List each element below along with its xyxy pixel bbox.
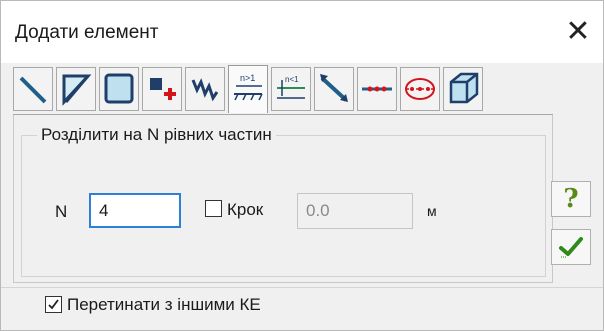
close-icon[interactable]: ✕ xyxy=(557,11,599,53)
add-node-icon xyxy=(150,78,176,100)
tool-line-element[interactable] xyxy=(13,67,53,111)
ellipse-contour-icon xyxy=(405,78,435,100)
checkmark-icon xyxy=(559,237,583,258)
footer-divider xyxy=(1,287,603,288)
tool-divide-step[interactable] xyxy=(314,67,354,111)
solid-element-icon xyxy=(449,72,479,104)
n-count-input[interactable]: 4 xyxy=(89,193,181,228)
line-element-icon xyxy=(19,76,47,104)
tool-add-node[interactable] xyxy=(142,67,182,111)
help-icon: ? xyxy=(563,184,579,214)
triangle-plate-icon xyxy=(62,74,92,106)
checkbox-check-icon xyxy=(48,299,59,310)
group-title: Розділити на N рівних частин xyxy=(37,125,276,145)
step-input: 0.0 xyxy=(297,193,413,229)
step-checkbox[interactable] xyxy=(205,200,222,217)
tool-triangle-plate[interactable] xyxy=(56,67,96,111)
svg-text:n<1: n<1 xyxy=(285,75,299,84)
element-type-toolbar: n>1 n<1 xyxy=(13,65,604,117)
divide-n-equal-icon: n>1 xyxy=(234,73,263,101)
intersect-checkbox[interactable] xyxy=(45,296,62,313)
divide-n-less-one-icon: n<1 xyxy=(277,75,305,99)
divide-step-icon xyxy=(320,74,348,102)
spring-element-icon xyxy=(191,78,219,102)
tool-solid-element[interactable] xyxy=(443,67,483,111)
tool-ellipse-contour[interactable] xyxy=(400,67,440,111)
ok-button[interactable] xyxy=(551,229,591,265)
step-checkbox-label[interactable]: Крок xyxy=(227,200,263,220)
tool-quad-plate[interactable] xyxy=(99,67,139,111)
svg-text:n>1: n>1 xyxy=(240,73,255,83)
divide-by-nodes-icon xyxy=(362,86,392,92)
add-element-dialog: Додати елемент ✕ n>1 n<1 Розділити на N … xyxy=(0,0,604,331)
tool-divide-n-equal[interactable]: n>1 xyxy=(228,65,268,113)
tool-divide-by-nodes[interactable] xyxy=(357,67,397,111)
n-label: N xyxy=(55,202,68,221)
intersect-checkbox-label[interactable]: Перетинати з іншими КЕ xyxy=(67,295,261,315)
step-unit-label: м xyxy=(427,203,437,219)
title-bar: Додати елемент ✕ xyxy=(1,1,603,63)
dialog-title: Додати елемент xyxy=(15,22,159,43)
tool-spring-element[interactable] xyxy=(185,67,225,111)
quad-plate-icon xyxy=(104,73,134,104)
help-button[interactable]: ? xyxy=(551,181,591,217)
tool-divide-n-less-one[interactable]: n<1 xyxy=(271,67,311,111)
